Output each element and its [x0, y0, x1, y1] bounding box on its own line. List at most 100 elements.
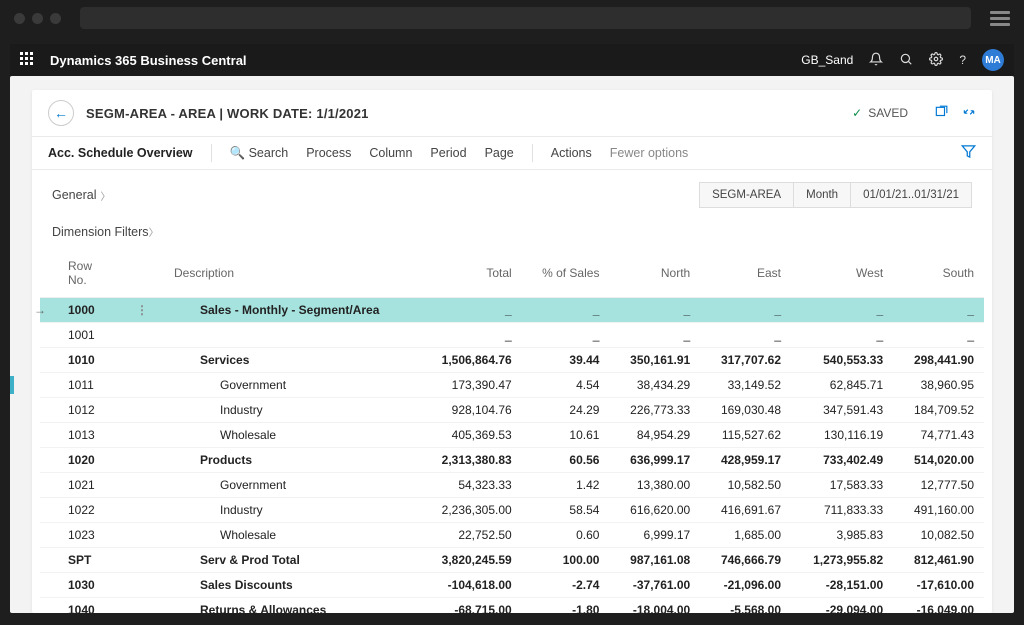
- page-header: ← SEGM-AREA - AREA | WORK DATE: 1/1/2021…: [32, 90, 992, 136]
- cell-north: _: [609, 298, 700, 323]
- user-avatar[interactable]: MA: [982, 49, 1004, 71]
- cell-pct: 4.54: [522, 373, 610, 398]
- help-icon[interactable]: ?: [959, 53, 966, 67]
- process-action[interactable]: Process: [306, 146, 351, 160]
- table-row[interactable]: 1010Services1,506,864.7639.44350,161.913…: [40, 348, 984, 373]
- check-icon: ✓: [852, 106, 862, 120]
- cell-pct: 58.54: [522, 498, 610, 523]
- col-rowno[interactable]: Row No.: [40, 249, 120, 298]
- column-action[interactable]: Column: [369, 146, 412, 160]
- cell-total: -104,618.00: [420, 573, 522, 598]
- table-row[interactable]: 1001______: [40, 323, 984, 348]
- cell-menu: [120, 423, 164, 448]
- cell-menu: [120, 373, 164, 398]
- cell-total: 928,104.76: [420, 398, 522, 423]
- cell-rowno: SPT: [40, 548, 120, 573]
- browser-menu-icon[interactable]: [990, 11, 1010, 26]
- col-desc[interactable]: Description: [164, 249, 420, 298]
- cell-total: _: [420, 298, 522, 323]
- cell-south: 74,771.43: [893, 423, 984, 448]
- col-east[interactable]: East: [700, 249, 791, 298]
- cell-menu: [120, 323, 164, 348]
- cell-east: 746,666.79: [700, 548, 791, 573]
- cell-total: 54,323.33: [420, 473, 522, 498]
- traffic-dot: [32, 13, 43, 24]
- notifications-icon[interactable]: [869, 52, 883, 69]
- pill-schedule[interactable]: SEGM-AREA: [700, 183, 793, 207]
- table-row[interactable]: 1021Government54,323.331.4213,380.0010,5…: [40, 473, 984, 498]
- col-south[interactable]: South: [893, 249, 984, 298]
- actions-menu[interactable]: Actions: [551, 146, 592, 160]
- cell-menu: [120, 498, 164, 523]
- cell-south: 12,777.50: [893, 473, 984, 498]
- table-row[interactable]: 1030Sales Discounts-104,618.00-2.74-37,7…: [40, 573, 984, 598]
- search-action[interactable]: 🔍 Search: [230, 146, 289, 161]
- cell-rowno: 1013: [40, 423, 120, 448]
- cell-rowno: 1030: [40, 573, 120, 598]
- cell-pct: 24.29: [522, 398, 610, 423]
- table-row[interactable]: →1000⋮Sales - Monthly - Segment/Area____…: [40, 298, 984, 323]
- browser-frame: Dynamics 365 Business Central GB_Sand ? …: [0, 0, 1024, 625]
- dimension-filters-row: Dimension Filters〉: [32, 220, 992, 249]
- fewer-options[interactable]: Fewer options: [610, 146, 689, 160]
- cell-pct: -1.80: [522, 598, 610, 614]
- cell-west: 3,985.83: [791, 523, 893, 548]
- cell-desc: Industry: [164, 398, 420, 423]
- app-bar: Dynamics 365 Business Central GB_Sand ? …: [10, 44, 1014, 76]
- table-row[interactable]: 1013Wholesale405,369.5310.6184,954.29115…: [40, 423, 984, 448]
- cell-menu: [120, 548, 164, 573]
- cell-north: _: [609, 323, 700, 348]
- cell-east: 10,582.50: [700, 473, 791, 498]
- back-button[interactable]: ←: [48, 100, 74, 126]
- cell-pct: _: [522, 298, 610, 323]
- general-row: General〉 SEGM-AREA Month 01/01/21..01/31…: [32, 170, 992, 220]
- url-bar[interactable]: [80, 7, 971, 29]
- environment-label[interactable]: GB_Sand: [801, 53, 853, 67]
- search-icon[interactable]: [899, 52, 913, 69]
- pill-period[interactable]: Month: [793, 183, 850, 207]
- popout-icon[interactable]: [934, 105, 948, 122]
- table-row[interactable]: 1011Government173,390.474.5438,434.2933,…: [40, 373, 984, 398]
- app-launcher-icon[interactable]: [20, 52, 36, 68]
- table-row[interactable]: 1040Returns & Allowances-68,715.00-1.80-…: [40, 598, 984, 614]
- settings-icon[interactable]: [929, 52, 943, 69]
- cell-east: 416,691.67: [700, 498, 791, 523]
- period-action[interactable]: Period: [430, 146, 466, 160]
- cell-west: -28,151.00: [791, 573, 893, 598]
- general-toggle[interactable]: General〉: [52, 188, 110, 203]
- col-menu: [120, 249, 164, 298]
- cell-rowno: 1023: [40, 523, 120, 548]
- col-north[interactable]: North: [609, 249, 700, 298]
- cell-north: 38,434.29: [609, 373, 700, 398]
- cell-north: -37,761.00: [609, 573, 700, 598]
- col-west[interactable]: West: [791, 249, 893, 298]
- cell-west: 130,116.19: [791, 423, 893, 448]
- content-card: ← SEGM-AREA - AREA | WORK DATE: 1/1/2021…: [32, 90, 992, 613]
- cell-south: 514,020.00: [893, 448, 984, 473]
- grid[interactable]: Row No. Description Total % of Sales Nor…: [32, 249, 992, 613]
- dimension-toggle[interactable]: Dimension Filters〉: [52, 225, 159, 239]
- page-action[interactable]: Page: [485, 146, 514, 160]
- pill-dates[interactable]: 01/01/21..01/31/21: [850, 183, 971, 207]
- row-menu-icon[interactable]: ⋮: [130, 303, 154, 317]
- chevron-right-icon: 〉: [100, 188, 110, 203]
- cell-total: _: [420, 323, 522, 348]
- tab-overview[interactable]: Acc. Schedule Overview: [48, 146, 193, 160]
- col-pct[interactable]: % of Sales: [522, 249, 610, 298]
- table-row[interactable]: SPTServ & Prod Total3,820,245.59100.0098…: [40, 548, 984, 573]
- col-total[interactable]: Total: [420, 249, 522, 298]
- cell-north: 13,380.00: [609, 473, 700, 498]
- filter-icon[interactable]: [961, 144, 976, 162]
- table-header-row: Row No. Description Total % of Sales Nor…: [40, 249, 984, 298]
- collapse-icon[interactable]: [962, 105, 976, 122]
- table-row[interactable]: 1023Wholesale22,752.500.606,999.171,685.…: [40, 523, 984, 548]
- cell-rowno: 1010: [40, 348, 120, 373]
- cell-total: -68,715.00: [420, 598, 522, 614]
- saved-label: SAVED: [868, 106, 908, 120]
- cell-north: 636,999.17: [609, 448, 700, 473]
- table-row[interactable]: 1022Industry2,236,305.0058.54616,620.004…: [40, 498, 984, 523]
- cell-north: 987,161.08: [609, 548, 700, 573]
- table-row[interactable]: 1012Industry928,104.7624.29226,773.33169…: [40, 398, 984, 423]
- table-row[interactable]: 1020Products2,313,380.8360.56636,999.174…: [40, 448, 984, 473]
- cell-south: 38,960.95: [893, 373, 984, 398]
